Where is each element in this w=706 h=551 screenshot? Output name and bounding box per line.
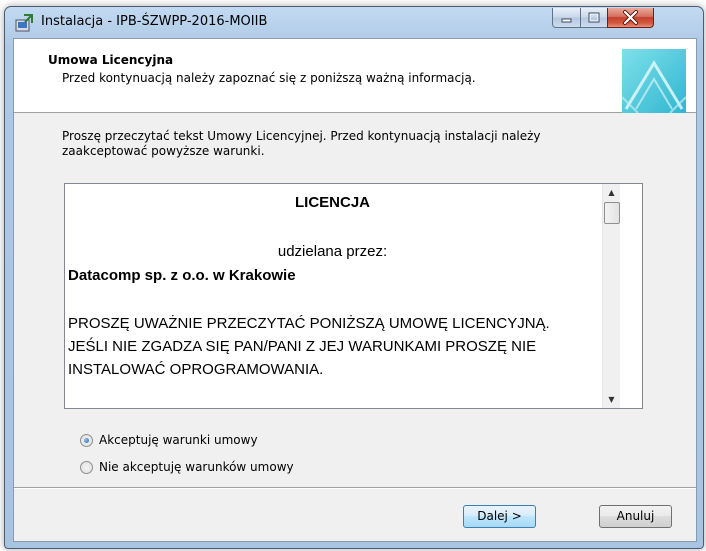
accept-radio[interactable] xyxy=(80,433,93,447)
close-button[interactable] xyxy=(607,8,654,28)
accept-option[interactable]: Akceptuję warunki umowy xyxy=(80,433,258,447)
installer-window: Instalacja - IPB-ŚZWPP-2016-MOIIB Umowa … xyxy=(4,6,704,549)
setup-logo-icon xyxy=(622,49,686,113)
installer-icon xyxy=(15,14,33,32)
decline-option[interactable]: Nie akceptuję warunków umowy xyxy=(80,460,294,474)
license-granted-by: udzielana przez: xyxy=(277,243,388,260)
window-title: Instalacja - IPB-ŚZWPP-2016-MOIIB xyxy=(41,14,268,29)
license-line: PROSZĘ UWAŻNIE PRZECZYTAĆ PONIŻSZĄ UMOWĘ… xyxy=(68,315,550,332)
wizard-header: Umowa Licencyjna Przed kontynuacją należ… xyxy=(14,39,696,113)
license-line: JEŚLI NIE ZGADZA SIĘ PAN/PANI Z JEJ WARU… xyxy=(68,338,537,355)
page-subtitle: Przed kontynuacją należy zapoznać się z … xyxy=(62,71,476,85)
next-button[interactable]: Dalej > xyxy=(463,505,536,528)
footer-divider xyxy=(14,487,696,489)
license-line: INSTALOWAĆ OPROGRAMOWANIA. xyxy=(68,361,324,378)
maximize-button[interactable] xyxy=(580,8,608,28)
maximize-icon xyxy=(588,12,600,23)
scroll-down-arrow-icon[interactable]: ▼ xyxy=(603,391,620,408)
license-instructions: Proszę przeczytać tekst Umowy Licencyjne… xyxy=(62,129,541,158)
title-bar[interactable]: Instalacja - IPB-ŚZWPP-2016-MOIIB xyxy=(5,7,703,39)
cancel-button[interactable]: Anuluj xyxy=(599,505,672,528)
minimize-icon xyxy=(561,18,572,23)
page-title: Umowa Licencyjna xyxy=(48,53,174,67)
scroll-thumb[interactable] xyxy=(604,202,620,224)
decline-radio[interactable] xyxy=(80,460,93,474)
license-text-box[interactable]: LICENCJA udzielana przez: Datacomp sp. z… xyxy=(64,183,643,409)
wizard-client-area: Umowa Licencyjna Przed kontynuacją należ… xyxy=(13,38,697,542)
close-icon xyxy=(623,10,638,25)
license-company: Datacomp sp. z o.o. w Krakowie xyxy=(68,267,296,284)
minimize-button[interactable] xyxy=(552,8,581,28)
accept-label[interactable]: Akceptuję warunki umowy xyxy=(99,433,258,447)
decline-label[interactable]: Nie akceptuję warunków umowy xyxy=(99,460,294,474)
scroll-up-arrow-icon[interactable]: ▲ xyxy=(603,184,620,201)
license-heading: LICENCJA xyxy=(294,194,370,211)
license-scrollbar[interactable]: ▲ ▼ xyxy=(602,184,620,408)
